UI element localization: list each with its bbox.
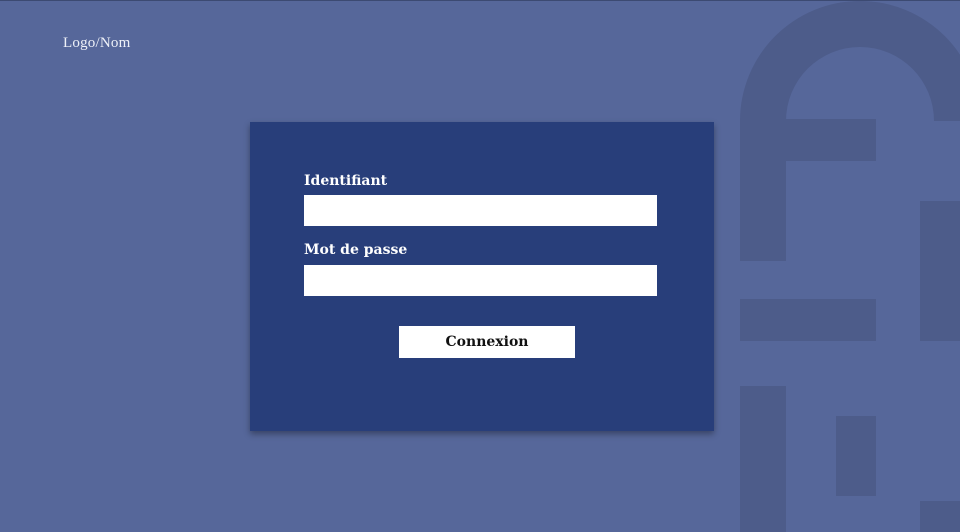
login-card: Identifiant Mot de passe Connexion [250,122,714,431]
lock-icon [740,1,960,532]
username-label: Identifiant [304,173,388,189]
password-input[interactable] [304,265,657,296]
logo-name: Logo/Nom [63,35,131,51]
password-label: Mot de passe [304,242,408,258]
username-input[interactable] [304,195,657,226]
login-button[interactable]: Connexion [399,326,575,358]
